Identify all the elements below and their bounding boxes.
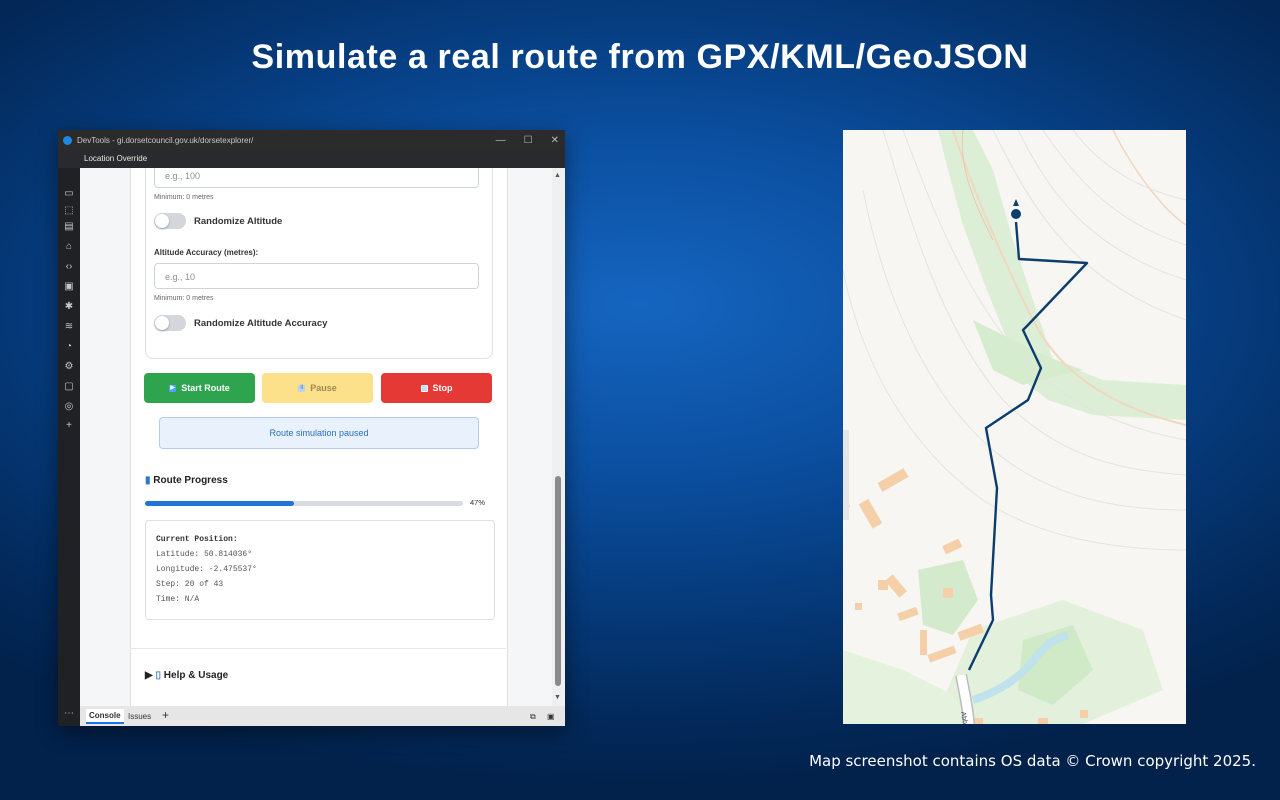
location-icon[interactable]: ◎ <box>63 401 75 413</box>
add-tool-icon[interactable]: + <box>63 420 75 432</box>
route-progress-fill <box>145 501 295 506</box>
device-icon[interactable]: ▭ <box>63 188 75 200</box>
wifi-icon[interactable]: ≋ <box>63 321 75 333</box>
panel-scrollbar[interactable]: ▲ ▼ <box>552 168 565 706</box>
edge-browser-icon <box>63 135 72 145</box>
help-usage-toggle[interactable]: ▶ ▯ Help & Usage <box>145 670 228 681</box>
inspect-icon[interactable]: ⬚ <box>63 205 75 217</box>
position-time: Time: N/A <box>156 595 200 604</box>
stop-icon <box>420 384 428 392</box>
book-icon: ▯ <box>155 670 161 681</box>
altitude-accuracy-hint: Minimum: 0 metres <box>154 295 214 302</box>
position-heading: Current Position: <box>156 535 238 544</box>
tab-location-override[interactable]: Location Override <box>84 154 147 163</box>
progress-percent: 47% <box>470 498 486 507</box>
maximize-icon[interactable]: ☐ <box>524 135 533 146</box>
code-icon[interactable]: ‹› <box>63 261 75 273</box>
pause-button[interactable]: ‖ Pause <box>262 373 373 403</box>
position-step: Step: 20 of 43 <box>156 580 224 589</box>
map-book-icon: ▮ <box>145 475 151 486</box>
copyright-notice: Map screenshot contains OS data © Crown … <box>809 752 1256 770</box>
randomize-altitude-accuracy-label: Randomize Altitude Accuracy <box>194 318 328 329</box>
play-icon: ▶ <box>169 384 177 392</box>
window-icon[interactable]: ▤ <box>63 221 75 233</box>
randomize-altitude-label: Randomize Altitude <box>194 216 283 227</box>
map-view[interactable]: Abb... <box>843 130 1186 724</box>
performance-icon[interactable]: ◔ <box>63 341 75 353</box>
randomize-altitude-accuracy-toggle[interactable] <box>154 315 186 331</box>
add-tab-icon[interactable]: + <box>162 708 169 722</box>
altitude-hint: Minimum: 0 metres <box>154 194 214 201</box>
minimize-icon[interactable]: — <box>496 135 506 146</box>
console-icon[interactable]: ▣ <box>63 281 75 293</box>
status-message: Route simulation paused <box>159 417 479 449</box>
undock-icon[interactable]: ▣ <box>547 712 555 721</box>
track-line-2 <box>1112 130 1186 226</box>
scroll-down-icon[interactable]: ▼ <box>554 694 561 701</box>
devtools-window: DevTools - gi.dorsetcouncil.gov.uk/dorse… <box>58 130 565 726</box>
activity-sidebar: ▭ ⬚ ▤ ⌂ ‹› ▣ ✱ ≋ ◔ ⚙ ▢ ◎ + ⋯ <box>58 168 80 726</box>
stop-button[interactable]: Stop <box>381 373 492 403</box>
altitude-input[interactable]: e.g., 100 <box>154 168 479 188</box>
more-tools-icon[interactable]: ⋯ <box>63 708 75 720</box>
scroll-up-icon[interactable]: ▲ <box>554 172 561 179</box>
position-longitude: Longitude: -2.475537° <box>156 565 257 574</box>
left-road-fragment <box>843 430 849 520</box>
dock-icon[interactable]: ⧉ <box>530 712 536 722</box>
drawer-tabbar: Console Issues + ⧉ ▣ <box>80 706 565 726</box>
current-position-box: Current Position: Latitude: 50.814036° L… <box>145 520 495 620</box>
map-canvas: Abb... <box>843 130 1186 724</box>
scrollbar-thumb[interactable] <box>555 476 561 686</box>
tab-issues[interactable]: Issues <box>128 712 151 721</box>
help-divider <box>130 648 506 649</box>
settings-icon[interactable]: ⚙ <box>63 361 75 373</box>
bug-icon[interactable]: ✱ <box>63 301 75 313</box>
pause-icon: ‖ <box>298 384 306 392</box>
route-progress-bar <box>145 501 463 506</box>
window-titlebar: DevTools - gi.dorsetcouncil.gov.uk/dorse… <box>58 130 565 150</box>
position-latitude: Latitude: 50.814036° <box>156 550 253 559</box>
tab-console[interactable]: Console <box>86 709 124 724</box>
woodland-area <box>938 130 1186 420</box>
randomize-altitude-toggle[interactable] <box>154 213 186 229</box>
application-icon[interactable]: ▢ <box>63 381 75 393</box>
home-icon[interactable]: ⌂ <box>63 241 75 253</box>
altitude-accuracy-label: Altitude Accuracy (metres): <box>154 248 259 257</box>
altitude-accuracy-input[interactable]: e.g., 10 <box>154 263 479 289</box>
route-progress-heading: ▮ Route Progress <box>145 475 228 486</box>
heading-arrow-icon <box>1013 199 1019 206</box>
start-route-button[interactable]: ▶ Start Route <box>144 373 255 403</box>
current-position-marker <box>1011 209 1021 219</box>
panel-tabbar: Location Override <box>58 150 565 169</box>
headline: Simulate a real route from GPX/KML/GeoJS… <box>251 38 1029 76</box>
expand-triangle-icon: ▶ <box>145 670 153 681</box>
close-icon[interactable]: ✕ <box>551 135 559 146</box>
location-override-panel: e.g., 100 Minimum: 0 metres Randomize Al… <box>80 168 552 706</box>
window-title: DevTools - gi.dorsetcouncil.gov.uk/dorse… <box>77 135 254 145</box>
